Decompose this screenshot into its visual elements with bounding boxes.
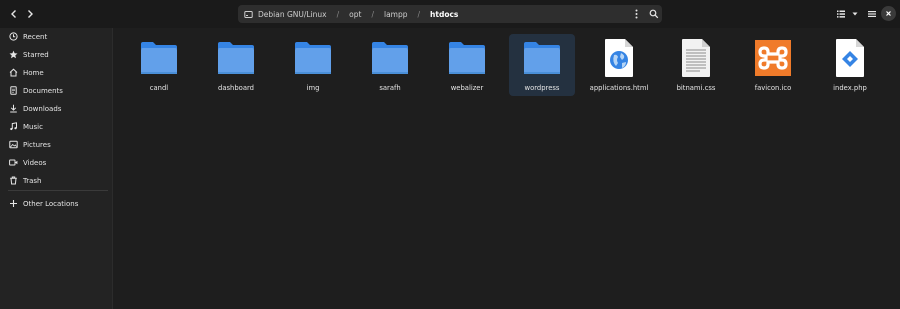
forward-button[interactable] bbox=[20, 4, 40, 24]
search-button[interactable] bbox=[644, 4, 664, 24]
sidebar-item-label: Documents bbox=[23, 86, 63, 95]
close-icon bbox=[886, 11, 891, 16]
star-icon bbox=[8, 50, 18, 60]
sidebar-item-label: Other Locations bbox=[23, 199, 79, 208]
sidebar-item-starred[interactable]: Starred bbox=[0, 46, 112, 63]
sidebar-item-label: Home bbox=[23, 68, 44, 77]
file-item-applications-html[interactable]: applications.html bbox=[586, 34, 652, 96]
path-menu-button[interactable] bbox=[630, 7, 642, 21]
path-bar[interactable]: Debian GNU/Linux / opt / lampp / htdocs bbox=[238, 5, 662, 23]
html-file-icon bbox=[599, 38, 639, 78]
folder-icon bbox=[370, 38, 410, 78]
file-item-dashboard[interactable]: dashboard bbox=[203, 34, 269, 96]
breadcrumb-separator: / bbox=[417, 9, 421, 19]
sidebar-item-videos[interactable]: Videos bbox=[0, 154, 112, 171]
file-name: index.php bbox=[833, 84, 867, 92]
video-icon bbox=[8, 158, 18, 168]
folder-icon bbox=[522, 38, 562, 78]
breadcrumb-root-label: Debian GNU/Linux bbox=[258, 9, 327, 19]
sidebar-item-label: Starred bbox=[23, 50, 49, 59]
file-item-index-php[interactable]: index.php bbox=[817, 34, 883, 96]
xampp-logo-icon bbox=[753, 38, 793, 78]
file-item-webalizer[interactable]: webalizer bbox=[434, 34, 500, 96]
chevron-right-icon bbox=[28, 10, 33, 18]
view-options-button[interactable] bbox=[832, 5, 860, 23]
list-view-icon bbox=[837, 10, 845, 18]
file-name: sarafh bbox=[379, 84, 401, 92]
sidebar-item-label: Trash bbox=[23, 176, 42, 185]
breadcrumb-separator: / bbox=[336, 9, 340, 19]
file-name: applications.html bbox=[589, 84, 649, 92]
kebab-menu-icon bbox=[635, 9, 637, 19]
folder-icon bbox=[447, 38, 487, 78]
folder-icon bbox=[216, 38, 256, 78]
file-name: wordpress bbox=[524, 84, 560, 92]
file-name: candl bbox=[149, 84, 169, 92]
file-item-bitnami-css[interactable]: bitnami.css bbox=[663, 34, 729, 96]
file-name: bitnami.css bbox=[676, 84, 716, 92]
breadcrumb-separator: / bbox=[371, 9, 374, 19]
sidebar-item-pictures[interactable]: Pictures bbox=[0, 136, 112, 153]
text-file-icon bbox=[676, 38, 716, 78]
breadcrumb-label: opt bbox=[349, 9, 362, 19]
document-icon bbox=[8, 86, 18, 96]
sidebar-item-other-locations[interactable]: Other Locations bbox=[0, 195, 112, 212]
hamburger-menu-icon bbox=[868, 11, 876, 17]
picture-icon bbox=[8, 140, 18, 150]
php-script-file-icon bbox=[830, 38, 870, 78]
file-item-favicon-ico[interactable]: favicon.ico bbox=[740, 34, 806, 96]
sidebar-item-home[interactable]: Home bbox=[0, 64, 112, 81]
sidebar-item-label: Music bbox=[23, 122, 43, 131]
plus-icon bbox=[8, 199, 18, 209]
sidebar-item-music[interactable]: Music bbox=[0, 118, 112, 135]
file-grid: candl dashboard img sarafh webalizer wor… bbox=[113, 28, 900, 309]
breadcrumb-label: lampp bbox=[383, 9, 408, 19]
folder-icon bbox=[139, 38, 179, 78]
sidebar-item-label: Downloads bbox=[23, 104, 62, 113]
breadcrumb-lampp[interactable]: lampp bbox=[384, 5, 408, 23]
sidebar-item-trash[interactable]: Trash bbox=[0, 172, 112, 189]
sidebar-item-label: Pictures bbox=[23, 140, 51, 149]
home-icon bbox=[8, 68, 18, 78]
file-item-wordpress[interactable]: wordpress bbox=[509, 34, 575, 96]
breadcrumb-root[interactable]: Debian GNU/Linux bbox=[238, 5, 327, 23]
sidebar-item-label: Videos bbox=[23, 158, 47, 167]
drive-icon bbox=[244, 10, 253, 19]
file-item-img[interactable]: img bbox=[280, 34, 346, 96]
chevron-left-icon bbox=[11, 10, 16, 18]
sidebar-item-recent[interactable]: Recent bbox=[0, 28, 112, 45]
main-menu-button[interactable] bbox=[862, 4, 882, 24]
sidebar: Recent Starred Home Documents Downloads … bbox=[0, 28, 113, 309]
breadcrumb-htdocs[interactable]: htdocs bbox=[430, 5, 458, 23]
sidebar-divider bbox=[8, 190, 108, 191]
sidebar-item-downloads[interactable]: Downloads bbox=[0, 100, 112, 117]
breadcrumb-label: htdocs bbox=[430, 9, 459, 19]
caret-down-icon bbox=[852, 12, 858, 16]
sidebar-item-documents[interactable]: Documents bbox=[0, 82, 112, 99]
header-bar: Debian GNU/Linux / opt / lampp / htdocs bbox=[0, 0, 900, 28]
file-name: dashboard bbox=[218, 84, 254, 92]
file-item-sarafh[interactable]: sarafh bbox=[357, 34, 423, 96]
file-name: img bbox=[306, 84, 320, 92]
trash-icon bbox=[8, 176, 18, 186]
sidebar-item-label: Recent bbox=[23, 32, 48, 41]
folder-icon bbox=[293, 38, 333, 78]
file-name: favicon.ico bbox=[754, 84, 792, 92]
clock-icon bbox=[8, 32, 18, 42]
download-icon bbox=[8, 104, 18, 114]
search-icon bbox=[649, 9, 659, 19]
file-item-candl[interactable]: candl bbox=[126, 34, 192, 96]
music-icon bbox=[8, 122, 18, 132]
file-name: webalizer bbox=[450, 84, 484, 92]
breadcrumb-opt[interactable]: opt bbox=[349, 5, 361, 23]
close-window-button[interactable] bbox=[881, 6, 896, 21]
